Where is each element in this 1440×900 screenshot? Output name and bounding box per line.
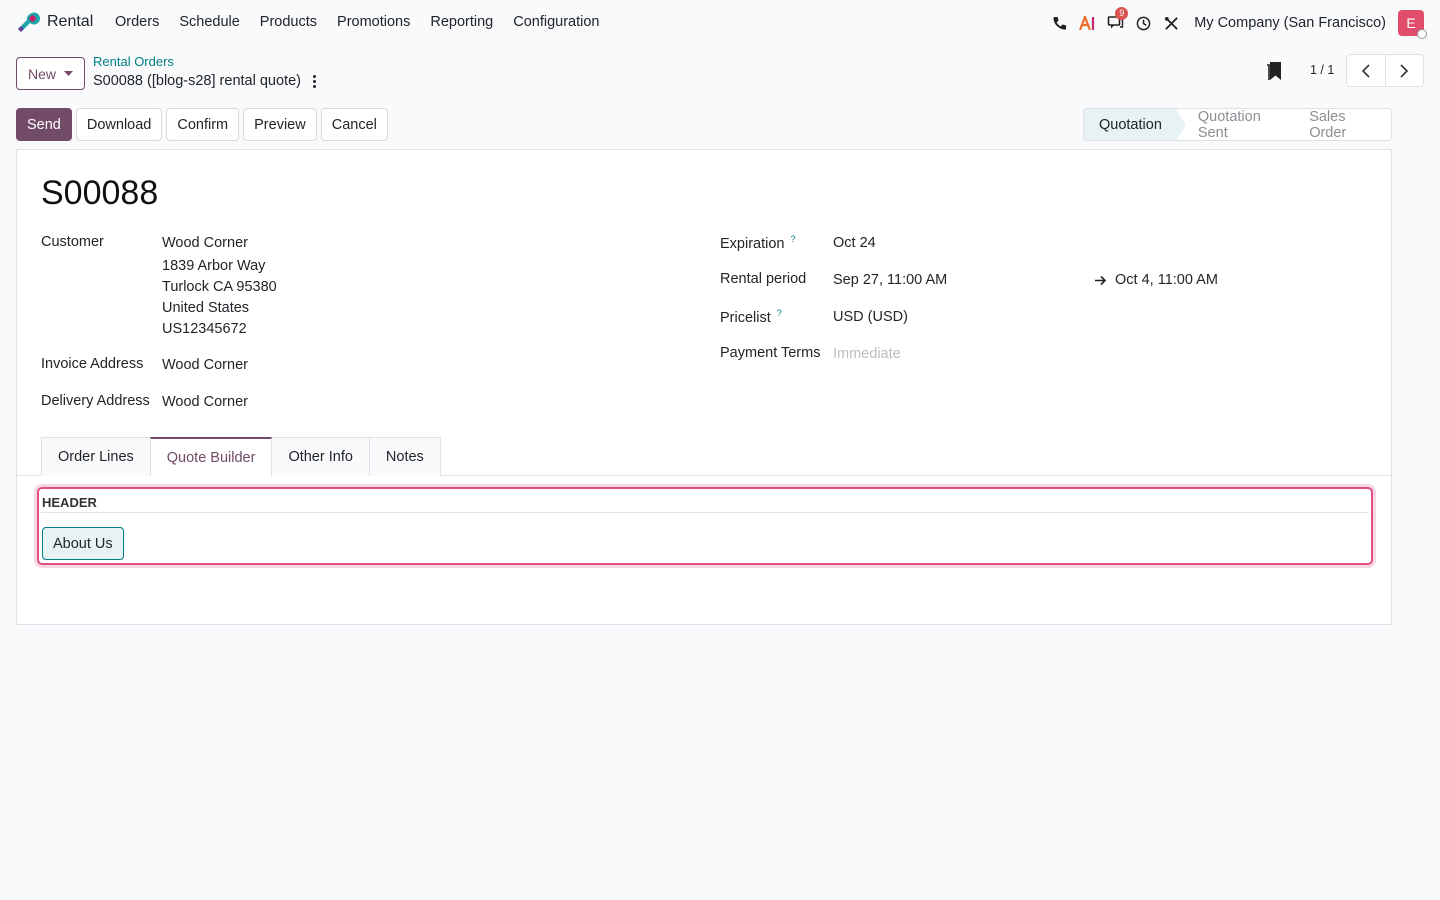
messages-badge: 9 xyxy=(1115,7,1129,20)
pricelist-label: Pricelist? xyxy=(720,308,782,326)
breadcrumb-rental-orders[interactable]: Rental Orders xyxy=(93,54,174,69)
tab-quote-builder[interactable]: Quote Builder xyxy=(149,437,273,477)
app-name[interactable]: Rental xyxy=(47,13,93,31)
section-divider xyxy=(41,512,1369,513)
delivery-address-label: Delivery Address xyxy=(41,393,150,409)
pager-previous-button[interactable] xyxy=(1347,55,1385,86)
preview-button[interactable]: Preview xyxy=(243,108,317,141)
expiration-field[interactable]: Oct 24 xyxy=(833,235,876,251)
customer-name[interactable]: Wood Corner xyxy=(162,235,248,251)
expiration-label: Expiration? xyxy=(720,234,796,252)
bookmark-icon[interactable] xyxy=(1266,61,1284,81)
form-sheet: S00088 Customer Wood Corner 1839 Arbor W… xyxy=(16,149,1392,625)
rental-end-field[interactable]: Oct 4, 11:00 AM xyxy=(1115,272,1218,288)
stage-quotation-sent[interactable]: Quotation Sent xyxy=(1176,109,1297,140)
top-navbar: Rental Orders Schedule Products Promotio… xyxy=(0,0,1440,46)
customer-label: Customer xyxy=(41,234,104,250)
arrow-right-icon xyxy=(1095,275,1107,286)
invoice-address-label: Invoice Address xyxy=(41,356,144,372)
action-buttons: Send Download Confirm Preview Cancel xyxy=(16,108,392,141)
breadcrumb-current-record: S00088 ([blog-s28] rental quote) xyxy=(93,73,301,89)
delivery-address-field[interactable]: Wood Corner xyxy=(162,394,248,410)
presence-status-icon xyxy=(1417,29,1427,39)
download-button[interactable]: Download xyxy=(75,108,163,141)
pricelist-help-icon[interactable]: ? xyxy=(777,308,782,318)
stage-quotation[interactable]: Quotation xyxy=(1084,109,1186,140)
new-button-label: New xyxy=(27,65,56,82)
phone-icon[interactable] xyxy=(1046,10,1072,36)
pricelist-field[interactable]: USD (USD) xyxy=(833,309,908,325)
stage-sales-order[interactable]: Sales Order xyxy=(1297,109,1391,140)
payment-terms-field[interactable]: Immediate xyxy=(833,346,901,362)
pager-value[interactable]: 1 / 1 xyxy=(1310,63,1334,77)
cancel-button[interactable]: Cancel xyxy=(320,108,388,141)
rental-start-field[interactable]: Sep 27, 11:00 AM xyxy=(833,272,947,288)
menu-reporting[interactable]: Reporting xyxy=(430,14,493,30)
chevron-left-icon xyxy=(1362,63,1370,78)
about-us-document-chip[interactable]: About Us xyxy=(42,527,124,560)
chevron-right-icon xyxy=(1400,63,1408,78)
tab-order-lines[interactable]: Order Lines xyxy=(41,437,151,476)
customer-street: 1839 Arbor Way xyxy=(162,258,266,274)
expiration-help-icon[interactable]: ? xyxy=(790,234,795,244)
pager xyxy=(1346,54,1424,87)
invoice-address-field[interactable]: Wood Corner xyxy=(162,357,248,373)
payment-terms-label: Payment Terms xyxy=(720,345,821,361)
systray: 9 My Company (San Francisco) E xyxy=(1044,7,1427,39)
user-avatar[interactable]: E xyxy=(1398,10,1427,39)
notebook-tabs: Order Lines Quote Builder Other Info Not… xyxy=(41,437,441,477)
pager-next-button[interactable] xyxy=(1384,55,1424,86)
main-menu: Orders Schedule Products Promotions Repo… xyxy=(115,14,620,30)
menu-products[interactable]: Products xyxy=(260,14,317,30)
customer-vat: US12345672 xyxy=(162,321,247,337)
ai-icon[interactable] xyxy=(1074,10,1100,36)
quote-builder-header-section[interactable]: HEADER About Us xyxy=(37,487,1373,565)
caret-down-icon xyxy=(64,70,73,76)
menu-schedule[interactable]: Schedule xyxy=(179,14,239,30)
new-button[interactable]: New xyxy=(16,57,85,90)
confirm-button[interactable]: Confirm xyxy=(166,108,240,141)
section-title: HEADER xyxy=(42,495,97,510)
rental-period-label: Rental period xyxy=(720,271,807,287)
customer-city: Turlock CA 95380 xyxy=(162,279,277,295)
messages-icon[interactable]: 9 xyxy=(1102,7,1129,36)
clock-icon[interactable] xyxy=(1130,10,1156,36)
customer-country: United States xyxy=(162,300,250,316)
record-name: S00088 xyxy=(41,174,159,212)
rental-app-icon[interactable] xyxy=(16,11,40,35)
record-actions-kebab-icon[interactable] xyxy=(308,72,320,90)
company-switcher[interactable]: My Company (San Francisco) xyxy=(1194,15,1386,31)
tab-notes[interactable]: Notes xyxy=(368,437,441,476)
tools-icon[interactable] xyxy=(1158,10,1184,36)
menu-configuration[interactable]: Configuration xyxy=(513,14,599,30)
menu-promotions[interactable]: Promotions xyxy=(337,14,410,30)
send-button[interactable]: Send xyxy=(16,108,72,141)
status-bar: Quotation Quotation Sent Sales Order xyxy=(1083,108,1392,141)
avatar-letter: E xyxy=(1406,15,1416,31)
tab-other-info[interactable]: Other Info xyxy=(271,437,370,476)
menu-orders[interactable]: Orders xyxy=(115,14,159,30)
